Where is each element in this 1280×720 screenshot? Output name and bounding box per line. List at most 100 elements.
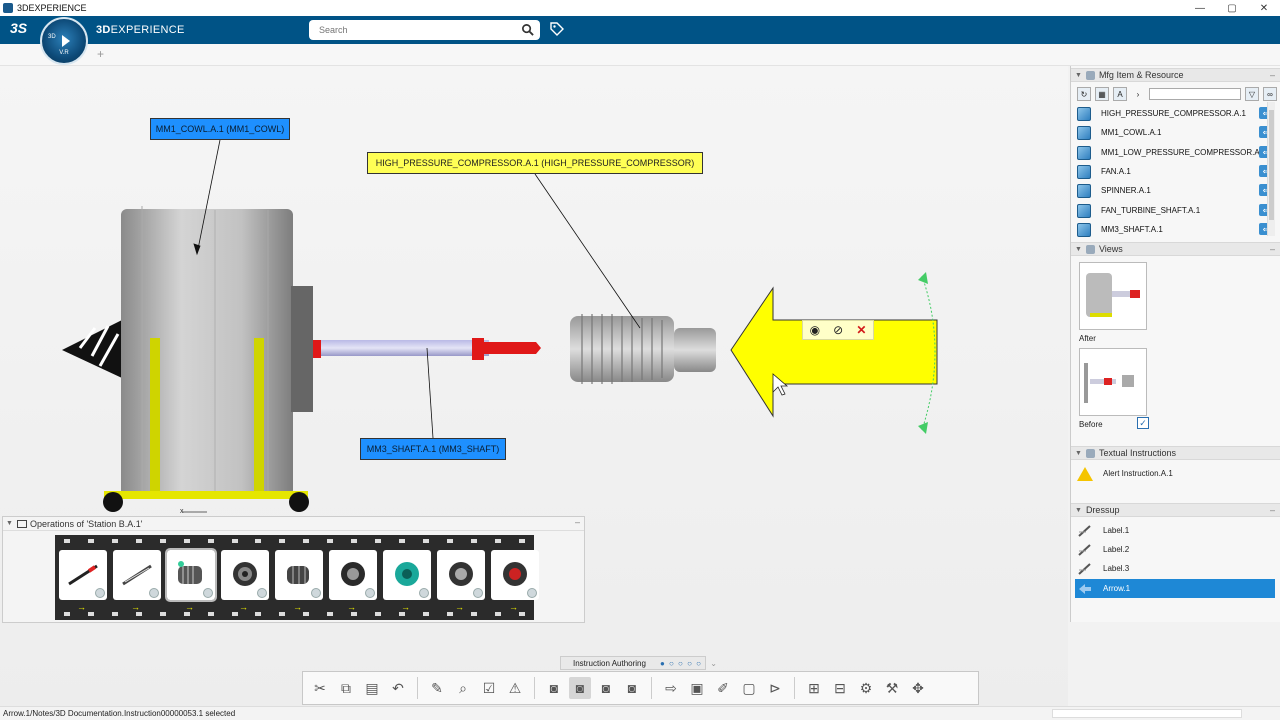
- delete-icon[interactable]: ✕: [856, 323, 866, 337]
- collapse-icon[interactable]: ▼: [6, 520, 13, 527]
- annotation-icon[interactable]: ▣: [686, 677, 708, 699]
- tool-resource-icon[interactable]: ⚒: [881, 677, 903, 699]
- copy-icon[interactable]: ⧉: [335, 677, 357, 699]
- play-icon[interactable]: [61, 35, 70, 47]
- camera-icon[interactable]: ◙: [543, 677, 565, 699]
- mfg-item[interactable]: MM1_COWL.A.1 ⇐: [1077, 123, 1273, 142]
- collapse-icon[interactable]: ▼: [1075, 246, 1082, 253]
- operation-frame-5[interactable]: →: [275, 550, 323, 612]
- minimize-section-button[interactable]: –: [1270, 505, 1275, 515]
- expand-icon[interactable]: ›: [1131, 87, 1145, 101]
- minimize-section-button[interactable]: –: [1270, 70, 1275, 80]
- operations-filmstrip[interactable]: → → → → → → → → →: [55, 535, 539, 620]
- cowl-part[interactable]: [103, 206, 313, 512]
- mfg-item[interactable]: MM1_LOW_PRESSURE_COMPRESSOR.A.1 ⇐: [1077, 143, 1273, 162]
- sort-icon[interactable]: A: [1113, 87, 1127, 101]
- camera-add-icon[interactable]: ◙: [595, 677, 617, 699]
- minimize-panel-button[interactable]: –: [575, 517, 580, 527]
- play-step-icon[interactable]: ⊳: [764, 677, 786, 699]
- collapse-icon[interactable]: ▼: [1075, 450, 1082, 457]
- view-thumbnail-before[interactable]: [1079, 348, 1147, 416]
- maximize-button[interactable]: ▢: [1216, 0, 1248, 16]
- dressup-item[interactable]: Label.1: [1077, 521, 1277, 540]
- compressor-part[interactable]: [570, 314, 716, 384]
- cube-icon: [1077, 203, 1091, 218]
- callout-cowl[interactable]: MM1_COWL.A.1 (MM1_COWL): [150, 118, 290, 140]
- operation-frame-9[interactable]: →: [491, 550, 539, 612]
- callout-compressor[interactable]: HIGH_PRESSURE_COMPRESSOR.A.1 (HIGH_PRESS…: [367, 152, 703, 174]
- mfg-section-header[interactable]: ▼ Mfg Item & Resource –: [1071, 68, 1280, 82]
- operation-frame-3[interactable]: →: [165, 548, 217, 612]
- refresh-icon[interactable]: ↻: [1077, 87, 1091, 101]
- validate-icon[interactable]: ☑: [478, 677, 500, 699]
- callout-shaft[interactable]: MM3_SHAFT.A.1 (MM3_SHAFT): [360, 438, 506, 460]
- tag-icon[interactable]: [549, 21, 565, 37]
- filter-icon[interactable]: ▽: [1245, 87, 1259, 101]
- search-icon[interactable]: [521, 23, 534, 36]
- mfg-item[interactable]: FAN.A.1 ⇐: [1077, 162, 1273, 181]
- cut-icon[interactable]: ✂: [309, 677, 331, 699]
- mfg-item[interactable]: HIGH_PRESSURE_COMPRESSOR.A.1 ⇐: [1077, 104, 1273, 123]
- measure-icon[interactable]: ⊟: [829, 677, 851, 699]
- dressup-section-header[interactable]: ▼ Dressup –: [1071, 503, 1280, 517]
- camera-update-icon[interactable]: ◙: [569, 677, 591, 699]
- operation-frame-6[interactable]: →: [329, 550, 377, 612]
- label-pen-icon: [1078, 543, 1091, 556]
- operation-frame-8[interactable]: →: [437, 550, 485, 612]
- spinner-part[interactable]: [62, 320, 122, 378]
- add-tab-button[interactable]: +: [97, 47, 104, 61]
- operation-frame-4[interactable]: →: [221, 550, 269, 612]
- operation-frame-1[interactable]: →: [59, 550, 107, 612]
- collapse-icon[interactable]: ▼: [1075, 72, 1082, 79]
- arrow-icon: →: [401, 602, 410, 612]
- fan-icon: [233, 562, 257, 586]
- dimension-icon[interactable]: ⊞: [803, 677, 825, 699]
- dressup-section-title: Dressup: [1085, 505, 1120, 515]
- mfg-filter-input[interactable]: [1149, 88, 1241, 100]
- view-thumbnail-after[interactable]: [1079, 262, 1147, 330]
- compass-widget[interactable]: 3D V.R: [40, 17, 88, 65]
- views-section-header[interactable]: ▼ Views –: [1071, 242, 1280, 256]
- minimize-button[interactable]: —: [1184, 0, 1216, 16]
- action-toolbar: ✂ ⧉ ▤ ↶ ✎ ⌕ ☑ ⚠ ◙ ◙ ◙ ◙ ⇨ ▣ ✐ ▢ ⊳ ⊞ ⊟ ⚙ …: [302, 671, 979, 705]
- undo-icon[interactable]: ↶: [387, 677, 409, 699]
- edit-instruction-icon[interactable]: ✎: [426, 677, 448, 699]
- right-panel: ▼ Mfg Item & Resource – ↻ ▦ A › ▽ ∞ HIGH_…: [1070, 66, 1280, 622]
- operation-frame-7[interactable]: →: [383, 550, 431, 612]
- textual-instruction-item[interactable]: Alert Instruction.A.1: [1077, 464, 1277, 483]
- link-icon[interactable]: ∞: [1263, 87, 1277, 101]
- dressup-item-selected[interactable]: Arrow.1: [1075, 579, 1275, 598]
- box-tool-icon[interactable]: ▢: [738, 677, 760, 699]
- hide-icon[interactable]: ⊘: [833, 323, 843, 337]
- dressup-item[interactable]: Label.2: [1077, 540, 1277, 559]
- pen-tool-icon[interactable]: ✐: [712, 677, 734, 699]
- close-button[interactable]: ✕: [1248, 0, 1280, 16]
- arrow-tool-icon[interactable]: ⇨: [660, 677, 682, 699]
- chevron-down-icon[interactable]: ⌄: [710, 659, 717, 668]
- dressup-item[interactable]: Label.3: [1077, 559, 1277, 578]
- paste-icon[interactable]: ▤: [361, 677, 383, 699]
- command-input[interactable]: [1052, 709, 1242, 718]
- mfg-item[interactable]: MM3_SHAFT.A.1 ⇐: [1077, 220, 1273, 239]
- camera-delete-icon[interactable]: ◙: [621, 677, 643, 699]
- assembly-icon[interactable]: ⚙: [855, 677, 877, 699]
- dressup-arrow[interactable]: [730, 272, 938, 434]
- ds-logo-icon[interactable]: 3S: [10, 20, 27, 36]
- operation-frame-2[interactable]: →: [113, 550, 161, 612]
- edit-style-icon[interactable]: ◉: [810, 323, 820, 337]
- toolbar-page-dots[interactable]: ● ○ ○ ○ ○: [660, 659, 702, 668]
- instruction-authoring-tab[interactable]: Instruction Authoring ● ○ ○ ○ ○ ⌄: [560, 656, 717, 670]
- collapse-icon[interactable]: ▼: [1075, 507, 1082, 514]
- compass-tool-icon[interactable]: ✥: [907, 677, 929, 699]
- search-input[interactable]: [309, 20, 509, 40]
- search-box[interactable]: [309, 20, 540, 40]
- textual-section-header[interactable]: ▼ Textual Instructions: [1071, 446, 1280, 460]
- alert-icon[interactable]: ⚠: [504, 677, 526, 699]
- tree-icon[interactable]: ▦: [1095, 87, 1109, 101]
- mfg-scrollbar[interactable]: [1267, 102, 1275, 236]
- inspect-icon[interactable]: ⌕: [452, 677, 474, 699]
- mfg-item[interactable]: SPINNER.A.1 ⇐: [1077, 181, 1273, 200]
- mfg-item[interactable]: FAN_TURBINE_SHAFT.A.1 ⇐: [1077, 201, 1273, 220]
- minimize-section-button[interactable]: –: [1270, 244, 1275, 254]
- before-view-checkbox[interactable]: ✓: [1137, 417, 1149, 429]
